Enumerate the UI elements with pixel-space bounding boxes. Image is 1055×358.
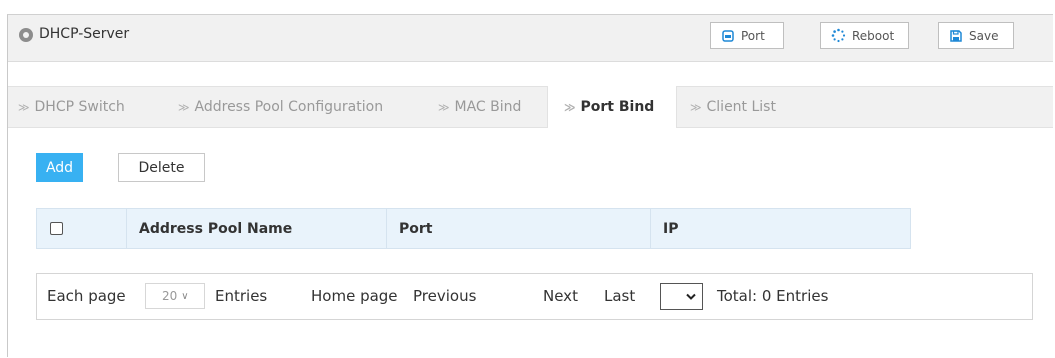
last-page-link[interactable]: Last xyxy=(604,287,635,305)
page-title: DHCP-Server xyxy=(39,26,130,42)
column-header-ip[interactable]: IP xyxy=(651,209,910,248)
tab-dhcp-switch[interactable]: ≫ DHCP Switch xyxy=(18,87,125,127)
reboot-button[interactable]: Reboot xyxy=(820,22,909,49)
reboot-button-label: Reboot xyxy=(852,28,895,43)
page-size-select[interactable]: 20 ∨ xyxy=(145,283,205,309)
circle-icon xyxy=(19,28,33,42)
previous-page-link[interactable]: Previous xyxy=(413,287,476,305)
chevron-right-icon: ≫ xyxy=(564,100,576,114)
tab-bar: ≫ DHCP Switch ≫ Address Pool Configurati… xyxy=(8,86,1053,128)
chevron-down-icon: ∨ xyxy=(181,290,189,302)
chevron-down-icon xyxy=(686,293,696,300)
port-button[interactable]: Port xyxy=(710,22,784,49)
column-header-port[interactable]: Port xyxy=(387,209,651,248)
select-all-cell xyxy=(37,209,127,248)
tab-label: MAC Bind xyxy=(454,99,522,115)
select-all-checkbox[interactable] xyxy=(50,222,63,235)
each-page-label: Each page xyxy=(47,287,126,305)
tab-client-list[interactable]: ≫ Client List xyxy=(690,87,776,127)
home-page-link[interactable]: Home page xyxy=(311,287,398,305)
pagination-bar: Each page 20 ∨ Entries Home page Previou… xyxy=(36,273,1033,320)
page-jump-select[interactable] xyxy=(660,283,703,310)
save-icon xyxy=(950,29,962,42)
chevron-right-icon: ≫ xyxy=(438,100,450,114)
tab-address-pool-configuration[interactable]: ≫ Address Pool Configuration xyxy=(178,87,383,127)
delete-button[interactable]: Delete xyxy=(118,153,205,182)
save-button-label: Save xyxy=(969,28,999,43)
panel-header: DHCP-Server Port Reboot Save xyxy=(8,15,1053,62)
tab-label: Client List xyxy=(706,99,776,115)
port-button-label: Port xyxy=(741,28,765,43)
tab-label: Port Bind xyxy=(580,99,655,115)
chevron-right-icon: ≫ xyxy=(690,100,702,114)
tab-label: DHCP Switch xyxy=(34,99,125,115)
page-size-value: 20 xyxy=(162,289,178,303)
save-button[interactable]: Save xyxy=(938,22,1014,49)
table-header: Address Pool Name Port IP xyxy=(36,208,911,249)
next-page-link[interactable]: Next xyxy=(543,287,578,305)
chevron-right-icon: ≫ xyxy=(18,100,30,114)
total-entries-label: Total: 0 Entries xyxy=(717,287,829,305)
tab-port-bind[interactable]: ≫ Port Bind xyxy=(547,86,677,128)
tab-label: Address Pool Configuration xyxy=(194,99,384,115)
tab-mac-bind[interactable]: ≫ MAC Bind xyxy=(438,87,521,127)
chevron-right-icon: ≫ xyxy=(178,100,190,114)
column-header-address-pool-name[interactable]: Address Pool Name xyxy=(127,209,387,248)
reboot-icon xyxy=(831,28,846,43)
port-icon xyxy=(722,29,734,42)
add-button[interactable]: Add xyxy=(36,153,83,182)
entries-label: Entries xyxy=(215,287,268,305)
dhcp-server-panel: DHCP-Server Port Reboot Save ≫ DHCP Swit… xyxy=(7,14,1053,357)
